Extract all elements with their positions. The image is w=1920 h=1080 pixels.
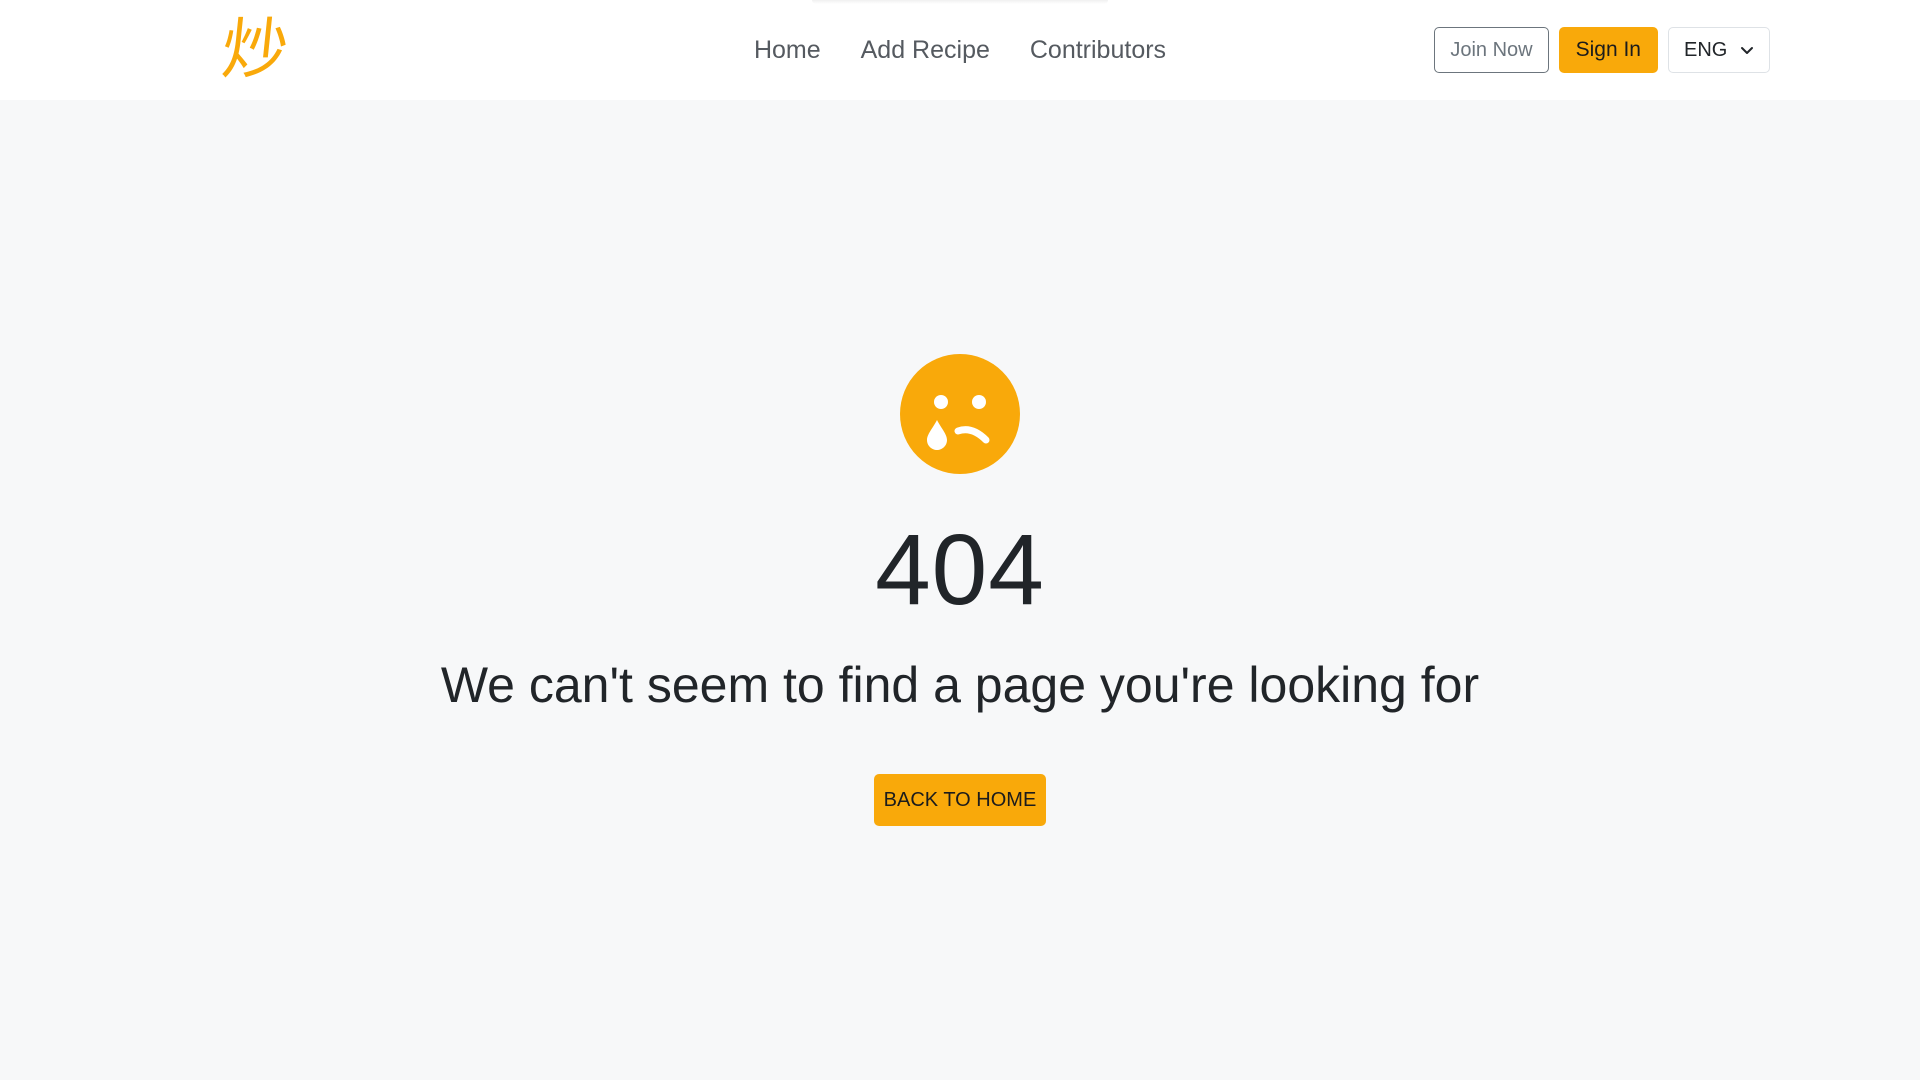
sign-in-button[interactable]: Sign In <box>1558 27 1658 73</box>
language-selected-value: ENG <box>1684 38 1728 61</box>
chevron-down-icon <box>1741 47 1753 54</box>
error-content: 404 We can't seem to find a page you're … <box>0 100 1920 1080</box>
join-now-button[interactable]: Join Now <box>1434 27 1549 73</box>
sad-face-icon <box>900 354 1020 474</box>
nav-link-home[interactable]: Home <box>754 0 821 100</box>
nav-link-contributors[interactable]: Contributors <box>1030 0 1166 100</box>
error-message: We can't seem to find a page you're look… <box>440 657 1480 713</box>
language-select[interactable]: ENG <box>1668 27 1770 73</box>
brand-logo[interactable]: 炒 <box>211 10 299 90</box>
nav-link-add-recipe[interactable]: Add Recipe <box>861 0 990 100</box>
navbar: 炒 Home Add Recipe Contributors Join Now … <box>0 0 1920 100</box>
back-to-home-button[interactable]: BACK TO HOME <box>874 774 1046 826</box>
error-code: 404 <box>875 514 1045 626</box>
nav-actions: Join Now Sign In ENG <box>1434 27 1770 73</box>
